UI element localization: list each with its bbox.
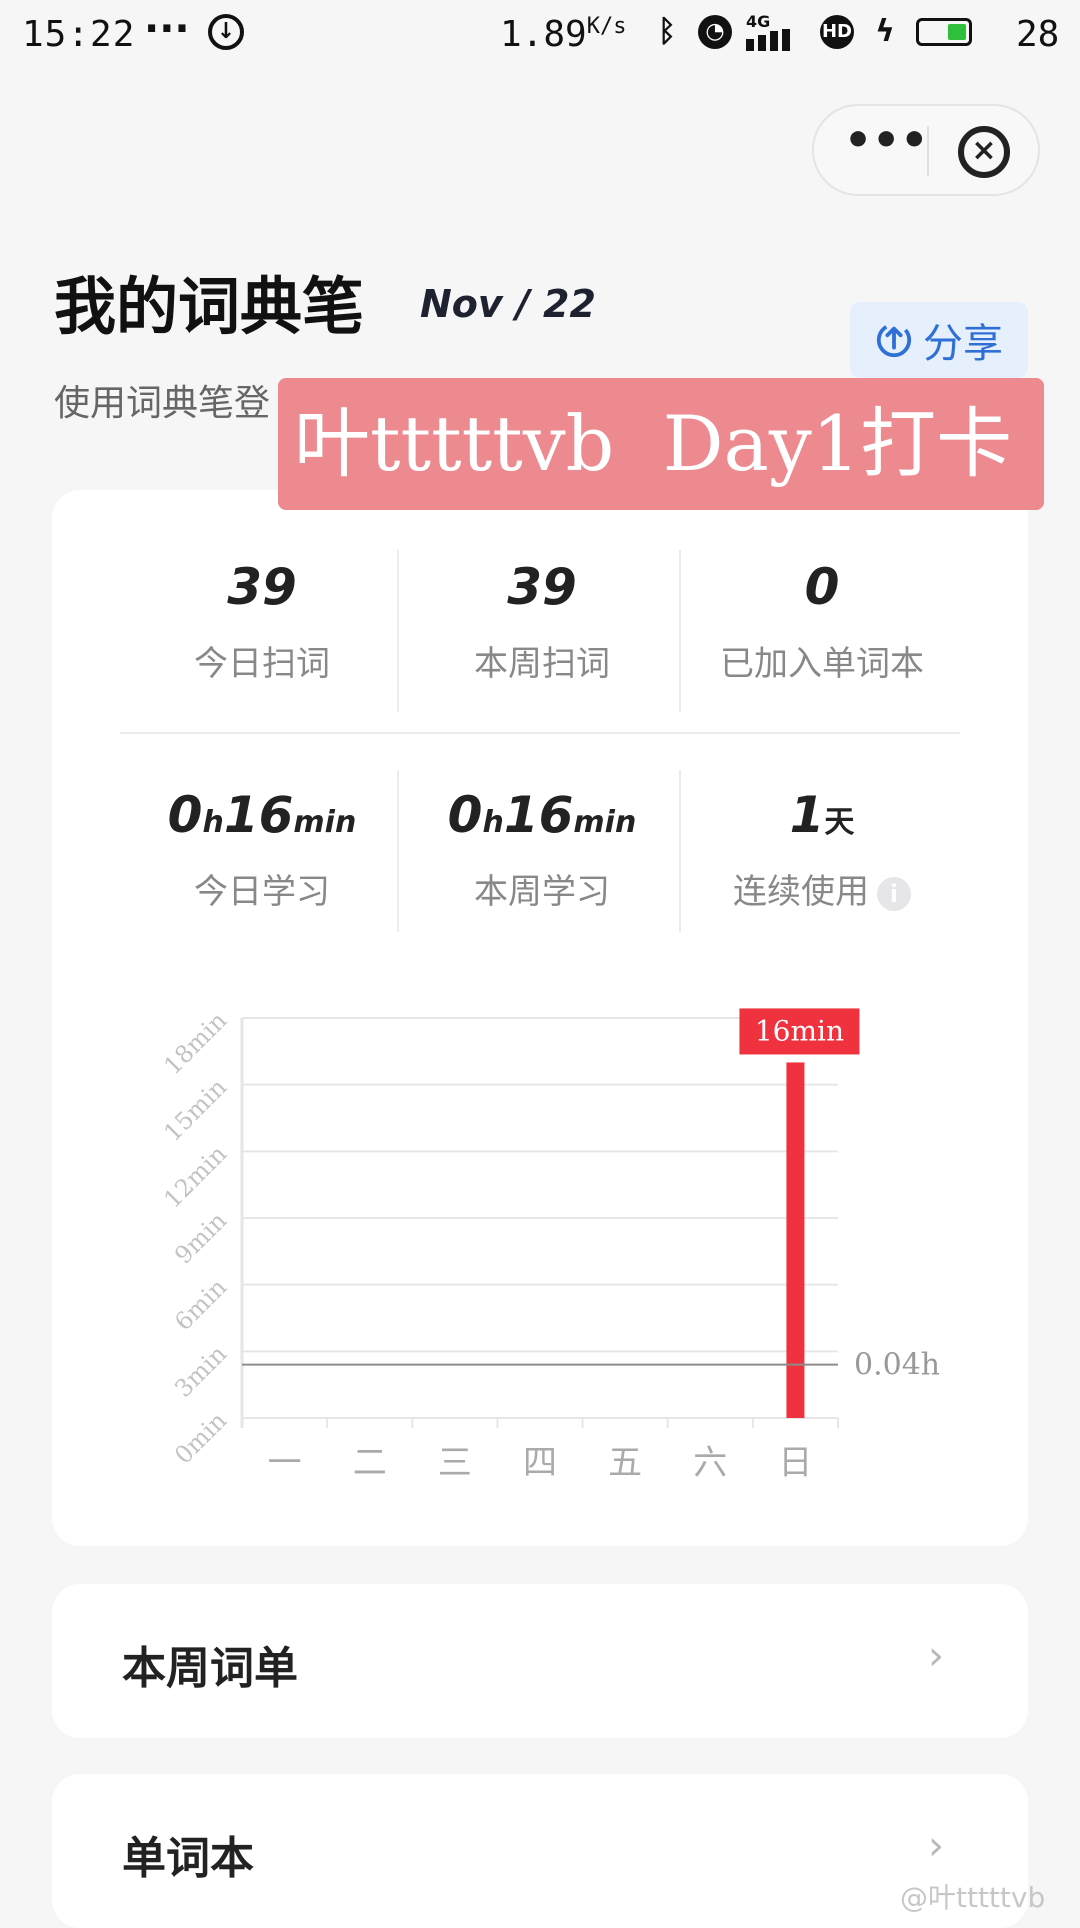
page-subtitle: 使用词典笔登 xyxy=(54,383,271,424)
study-time-chart: 0min3min6min9min12min15min18min 一 二 三 四 五 六 日 16… xyxy=(158,1006,940,1483)
list-item-weekly-words[interactable]: 本周词单 › xyxy=(52,1584,1028,1738)
list-item-label: 本周词单 xyxy=(122,1643,298,1694)
x-tick-label: 日 xyxy=(778,1443,812,1483)
y-tick-label: 6min xyxy=(169,1273,232,1336)
signal-icon: 4G xyxy=(746,12,806,51)
bluetooth-icon: ᛒ xyxy=(658,14,676,49)
charging-icon: ϟ xyxy=(875,14,895,49)
list-item-wordbook[interactable]: 单词本 › xyxy=(52,1774,1028,1928)
hd-icon: HD xyxy=(820,15,854,49)
status-bar: 15:22 ··· ↓ 1.89K/s ᛒ ◔ 4G HD ϟ 28 xyxy=(0,0,1080,76)
watermark: @叶tttttvb xyxy=(900,1881,1046,1914)
share-label: 分享 xyxy=(923,321,1003,367)
y-tick-label: 15min xyxy=(158,1073,232,1147)
network-type: 4G xyxy=(746,12,771,31)
network-speed: 1.89K/s xyxy=(500,14,626,55)
overlay-banner: 叶tttttvb Day1打卡 xyxy=(278,378,1044,510)
network-speed-value: 1.89 xyxy=(500,14,587,55)
chevron-right-icon: › xyxy=(928,1633,944,1679)
bar-value-label: 16min xyxy=(755,1014,844,1047)
capsule-divider xyxy=(927,126,929,176)
list-item-label: 单词本 xyxy=(122,1833,254,1884)
x-tick-label: 五 xyxy=(608,1443,642,1483)
y-tick-label: 0min xyxy=(169,1406,232,1469)
battery-icon xyxy=(916,18,972,46)
share-icon xyxy=(876,322,912,358)
status-icons: ᛒ ◔ 4G HD ϟ xyxy=(650,12,972,52)
x-tick-label: 六 xyxy=(693,1443,727,1483)
status-more-dots: ··· xyxy=(144,6,190,52)
x-tick-label: 三 xyxy=(438,1443,472,1483)
alarm-icon: ◔ xyxy=(698,15,732,49)
status-time: 15:22 xyxy=(22,14,136,55)
close-icon[interactable]: × xyxy=(958,126,1010,178)
network-speed-unit: K/s xyxy=(586,14,627,39)
signal-bars-icon xyxy=(746,29,790,51)
page-title: 我的词典笔 xyxy=(54,270,365,343)
page-date: Nov / 22 xyxy=(420,282,596,326)
more-icon[interactable]: ••• xyxy=(844,118,928,182)
y-tick-label: 9min xyxy=(169,1206,232,1269)
y-tick-label: 3min xyxy=(169,1340,232,1403)
x-tick-label: 二 xyxy=(353,1443,387,1483)
share-button[interactable]: 分享 xyxy=(850,302,1028,378)
battery-level: 28 xyxy=(1016,14,1060,55)
y-tick-label: 18min xyxy=(158,1006,232,1080)
x-tick-label: 四 xyxy=(523,1443,557,1483)
capsule-menu: ••• × xyxy=(812,104,1040,196)
chevron-right-icon: › xyxy=(928,1823,944,1869)
stats-card: 39 今日扫词 39 本周扫词 0 已加入单词本 0h16min 今日学习 0h… xyxy=(52,490,1028,1546)
download-icon: ↓ xyxy=(208,14,244,50)
y-tick-label: 12min xyxy=(158,1140,232,1214)
x-tick-label: 一 xyxy=(268,1443,302,1483)
average-line-label: 0.04h xyxy=(854,1348,940,1383)
